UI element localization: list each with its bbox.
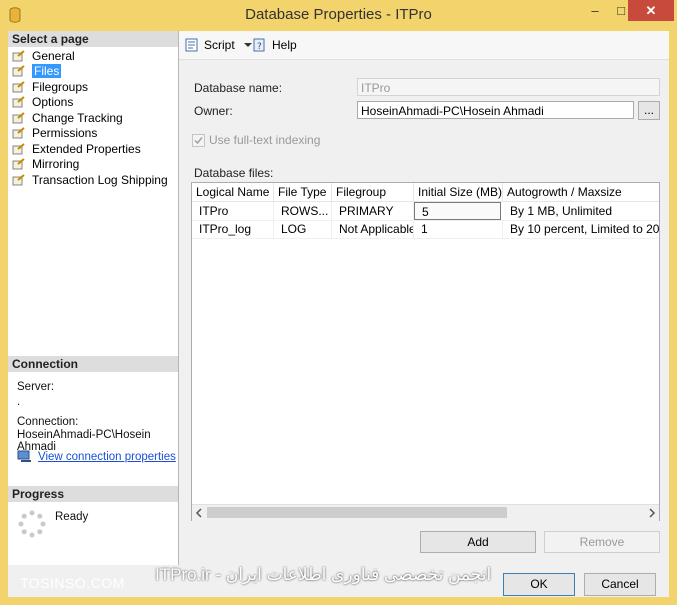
cancel-button[interactable]: Cancel [584, 573, 656, 596]
script-icon [185, 38, 198, 52]
cell-autogrowth[interactable]: By 10 percent, Limited to 209... [503, 220, 659, 238]
page-icon [12, 49, 25, 62]
column-header-initial-size[interactable]: Initial Size (MB) [414, 183, 503, 201]
sidebar-item-label: General [32, 48, 75, 63]
database-files-grid[interactable]: Logical Name File Type Filegroup Initial… [191, 182, 660, 521]
checkbox-checked-icon[interactable] [192, 133, 205, 147]
progress-header: Progress [8, 486, 178, 502]
column-header-logical-name[interactable]: Logical Name [192, 183, 274, 201]
minimize-button[interactable]: – [582, 0, 608, 21]
page-icon [12, 158, 25, 170]
cell-autogrowth[interactable]: By 1 MB, Unlimited [503, 202, 659, 220]
help-label: Help [272, 38, 297, 52]
script-label: Script [204, 38, 235, 52]
sidebar-item-label: Files [32, 64, 62, 79]
sidebar-item-filegroups[interactable]: Filegroups [12, 79, 168, 95]
remove-button[interactable]: Remove [544, 531, 660, 553]
column-header-filegroup[interactable]: Filegroup [332, 183, 414, 201]
sidebar-item-permissions[interactable]: Permissions [12, 126, 168, 142]
scroll-right-icon[interactable] [648, 508, 656, 518]
help-button[interactable]: ? Help [252, 38, 297, 52]
database-name-label: Database name: [194, 81, 283, 95]
server-value: . [17, 396, 21, 408]
table-row[interactable]: ITPro_log LOG Not Applicable 1 By 10 per… [192, 220, 659, 239]
progress-status: Ready [55, 511, 89, 523]
sidebar-item-files[interactable]: Files [12, 64, 168, 80]
title-bar[interactable]: Database Properties - ITPro – □ ✕ [0, 0, 677, 31]
sidebar-item-label: Change Tracking [32, 110, 123, 125]
sidebar-item-options[interactable]: Options [12, 95, 168, 111]
fulltext-label: Use full-text indexing [209, 133, 321, 147]
fulltext-indexing-checkbox[interactable]: Use full-text indexing [192, 133, 320, 147]
page-icon [12, 173, 25, 186]
cell-file-type[interactable]: LOG [274, 220, 332, 238]
page-icon [12, 96, 25, 108]
watermark-tosinso: TOSINSO.COM [20, 575, 125, 591]
select-page-header: Select a page [8, 31, 178, 47]
connection-properties-icon [17, 450, 31, 462]
close-button[interactable]: ✕ [628, 0, 674, 21]
database-name-field: ITPro [357, 78, 660, 96]
sidebar-item-label: Extended Properties [32, 141, 141, 156]
table-row[interactable]: ITPro ROWS... PRIMARY 5 By 1 MB, Unlimit… [192, 202, 659, 221]
browse-owner-button[interactable]: ... [638, 101, 660, 120]
sidebar-item-label: Mirroring [32, 157, 80, 172]
sidebar-item-transaction-log-shipping[interactable]: Transaction Log Shipping [12, 172, 168, 188]
svg-text:?: ? [257, 42, 262, 52]
sidebar-item-change-tracking[interactable]: Change Tracking [12, 110, 168, 126]
sidebar-item-general[interactable]: General [12, 48, 168, 64]
sidebar-item-label: Transaction Log Shipping [32, 172, 168, 187]
ok-button[interactable]: OK [503, 573, 575, 596]
cell-file-type[interactable]: ROWS... [274, 202, 332, 220]
page-icon [12, 127, 25, 139]
cell-filegroup[interactable]: Not Applicable [332, 220, 414, 238]
column-header-file-type[interactable]: File Type [274, 183, 332, 201]
page-icon [12, 142, 25, 155]
horizontal-scrollbar[interactable] [192, 504, 659, 521]
scrollbar-thumb[interactable] [207, 507, 507, 518]
sidebar-item-label: Options [32, 95, 74, 110]
window-title: Database Properties - ITPro [245, 6, 432, 23]
page-selector-panel: Select a page General Files Filegroups O… [8, 31, 179, 565]
server-label: Server: [17, 381, 55, 393]
column-header-autogrowth[interactable]: Autogrowth / Maxsize [503, 183, 659, 201]
view-connection-properties[interactable]: View connection properties [17, 450, 176, 463]
cell-logical-name[interactable]: ITPro [192, 202, 274, 220]
help-icon: ? [253, 38, 265, 52]
connection-header: Connection [8, 356, 178, 372]
page-list: General Files Filegroups Options Change … [12, 48, 168, 188]
page-icon [12, 65, 25, 77]
database-properties-window: Database Properties - ITPro – □ ✕ Select… [0, 0, 677, 605]
sidebar-item-mirroring[interactable]: Mirroring [12, 157, 168, 173]
sidebar-item-extended-properties[interactable]: Extended Properties [12, 141, 168, 157]
cell-initial-size[interactable]: 1 [414, 220, 503, 238]
script-button[interactable]: Script [184, 38, 253, 52]
page-icon [12, 111, 25, 124]
cell-logical-name[interactable]: ITPro_log [192, 220, 274, 238]
sidebar-item-label: Filegroups [32, 79, 89, 94]
cell-filegroup[interactable]: PRIMARY [332, 202, 414, 220]
owner-label: Owner: [194, 104, 233, 118]
grid-header: Logical Name File Type Filegroup Initial… [192, 183, 659, 202]
connection-label: Connection: [17, 416, 79, 428]
scroll-left-icon[interactable] [195, 508, 203, 518]
owner-field[interactable]: HoseinAhmadi-PC\Hosein Ahmadi [357, 101, 634, 119]
cell-initial-size[interactable]: 5 [414, 202, 501, 220]
sidebar-item-label: Permissions [32, 126, 98, 141]
progress-spinner-icon [18, 510, 46, 538]
database-files-label: Database files: [194, 166, 274, 180]
view-connection-link[interactable]: View connection properties [38, 451, 176, 463]
toolbar: Script ? Help [179, 31, 669, 60]
watermark-itpro: ITPro.ir - انجمن تخصصی فناوری اطلاعات ای… [155, 565, 492, 584]
add-button[interactable]: Add [420, 531, 536, 553]
page-icon [12, 80, 25, 93]
